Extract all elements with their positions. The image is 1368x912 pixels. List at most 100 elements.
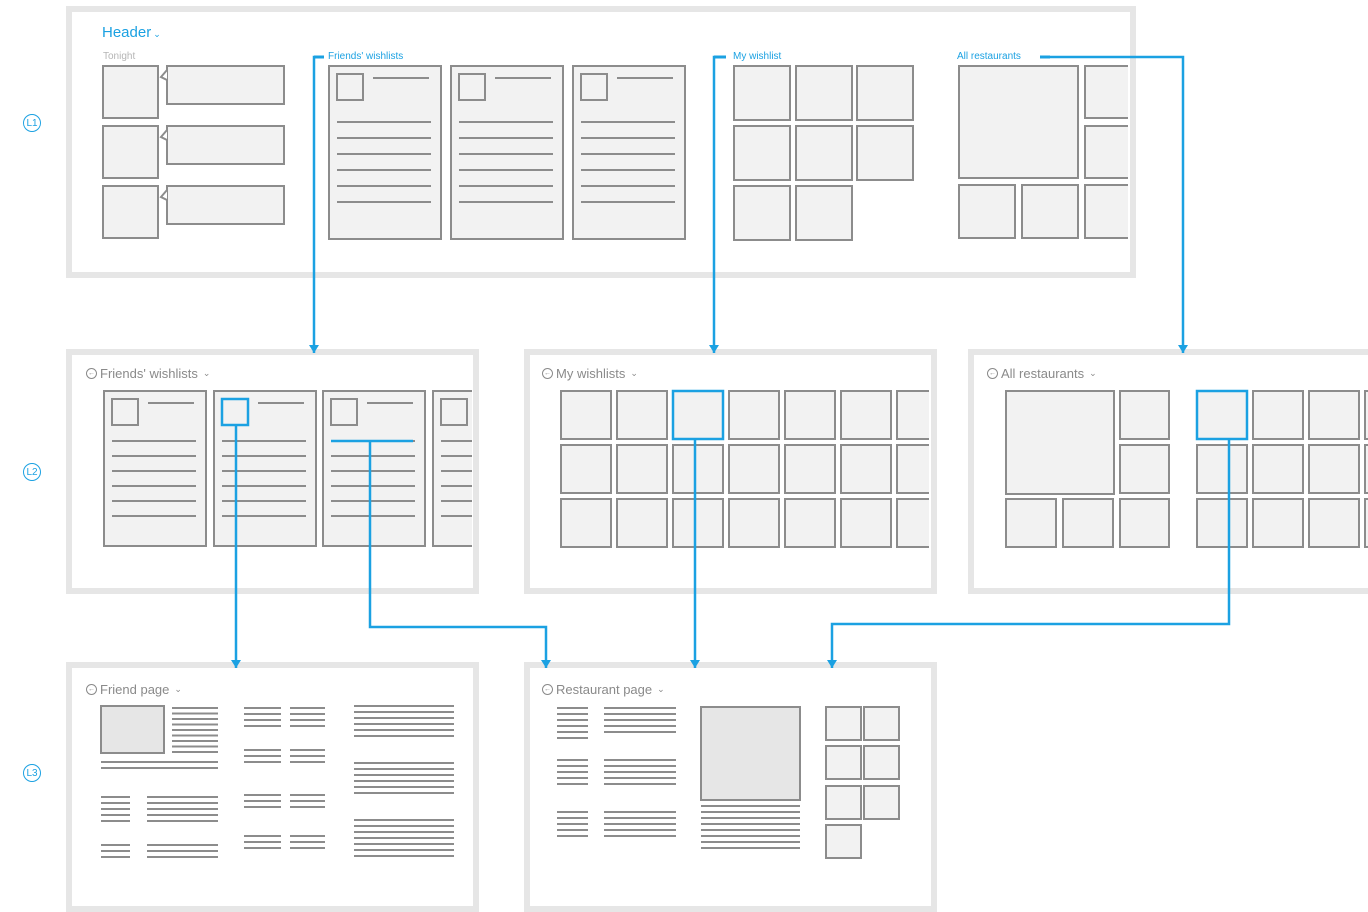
connector-all-to-restaurant-arrowhead	[827, 660, 837, 668]
l2-mywish-tile-1-6	[896, 444, 929, 494]
l2-mywish-tile-0-5	[840, 390, 892, 440]
back-arrow-icon[interactable]: ←	[987, 368, 998, 379]
tonight-bubble-b	[166, 125, 285, 165]
l1-mywish-tile-2	[856, 65, 914, 121]
l2-restaurant-hero	[1005, 390, 1115, 495]
l2-restaurant-grid-2-1	[1252, 498, 1304, 548]
l1-mywish-tile-6	[733, 185, 791, 241]
l3-rest-thumb-5	[863, 785, 900, 820]
l2-wishlist-card-3-avatar	[440, 398, 468, 426]
l2-restaurant-tile-b	[1119, 444, 1170, 494]
chevron-down-icon: ⌄	[657, 684, 665, 694]
l2-wishlist-card-2-avatar	[330, 398, 358, 426]
tonight-thumb-a	[102, 65, 159, 119]
l2-mywish-group	[560, 390, 929, 548]
l1-section-my-wishlist[interactable]: My wishlist	[733, 51, 781, 62]
l2-restaurant-grid-1-1	[1252, 444, 1304, 494]
l2-mywish-tile-0-0	[560, 390, 612, 440]
l2-restaurant-grid-1-0	[1196, 444, 1248, 494]
l3-rest-thumb-6	[825, 824, 862, 859]
l2-restaurant-grid-0-1	[1252, 390, 1304, 440]
l1-section-all-restaurants[interactable]: All restaurants	[957, 51, 1021, 62]
l1-restaurant-tile-3	[1021, 184, 1079, 239]
tonight-bubble-c	[166, 185, 285, 225]
l2-mywish-tile-1-5	[840, 444, 892, 494]
l2-restaurant-tile-e	[1119, 498, 1170, 548]
l1-section-friends-wishlists[interactable]: Friends' wishlists	[328, 51, 403, 62]
l1-restaurant-tile-4	[1084, 184, 1128, 239]
l3-rest-thumb-2	[825, 745, 862, 780]
l2-mywish-tile-2-4	[784, 498, 836, 548]
l2-mywish-tile-2-0	[560, 498, 612, 548]
l2-mywish-tile-0-1	[616, 390, 668, 440]
l3-restaurant-page-title[interactable]: ← Restaurant page ⌄	[542, 682, 665, 697]
l1-restaurant-tile-2	[958, 184, 1016, 239]
l1-restaurants-group	[958, 65, 1128, 239]
chevron-down-icon: ⌄	[202, 368, 211, 378]
l3-rest-thumb-4	[825, 785, 862, 820]
back-arrow-icon[interactable]: ←	[86, 684, 97, 695]
l2-restaurant-grid-2-2	[1308, 498, 1360, 548]
connector-friends-to-l2	[312, 55, 322, 353]
l2-wishlist-card-1-avatar	[220, 397, 250, 427]
l2-friends-wishlists-title[interactable]: ← Friends' wishlists ⌄	[86, 366, 210, 381]
connector-friends-to-l2-arrowhead	[309, 345, 319, 353]
l1-section-tonight: Tonight	[103, 51, 136, 62]
connector-wishlist-item-to-restaurant-arrowhead	[541, 660, 551, 668]
back-arrow-icon[interactable]: ←	[542, 368, 553, 379]
tonight-bubble-tail-c	[159, 189, 168, 201]
l1-restaurant-tile-0	[1084, 65, 1128, 119]
l2-friends-group	[103, 390, 472, 547]
connector-restaurants-to-l2-arrowhead	[1178, 345, 1188, 353]
connector-mywish-to-l2	[712, 55, 726, 353]
l1-mywish-tile-3	[733, 125, 791, 181]
l3-friend-page-title[interactable]: ← Friend page ⌄	[86, 682, 182, 697]
l1-mywish-tile-4	[795, 125, 853, 181]
l2-restaurant-tile-a	[1119, 390, 1170, 440]
l1-wishlist-card-0-avatar	[336, 73, 364, 101]
l1-wishlist-card-2-avatar	[580, 73, 608, 101]
l2-mywish-tile-1-1	[616, 444, 668, 494]
l2-mywish-tile-2-3	[728, 498, 780, 548]
l2-mywish-tile-0-4	[784, 390, 836, 440]
l2-restaurant-tile-d	[1062, 498, 1114, 548]
tonight-bubble-a	[166, 65, 285, 105]
chevron-down-icon: ⌄	[1089, 368, 1097, 378]
l2-restaurant-grid-1-2	[1308, 444, 1360, 494]
back-arrow-icon[interactable]: ←	[542, 684, 553, 695]
l3-rest-thumb-1	[863, 706, 900, 741]
l3-restaurant-photo	[700, 706, 801, 801]
l2-mywish-tile-2-1	[616, 498, 668, 548]
l2-mywish-tile-0-3	[728, 390, 780, 440]
l1-restaurant-tile-1	[1084, 125, 1128, 179]
l3-rest-thumb-0	[825, 706, 862, 741]
l2-mywish-tile-2-2	[672, 498, 724, 548]
tonight-bubble-tail-b	[159, 129, 168, 141]
wireframe-canvas	[100, 55, 1368, 859]
l1-restaurant-hero	[958, 65, 1079, 179]
l1-wishlist-card-1-avatar	[458, 73, 486, 101]
l2-mywish-tile-1-3	[728, 444, 780, 494]
l1-mywish-tile-7	[795, 185, 853, 241]
l2-restaurant-grid-2-0	[1196, 498, 1248, 548]
l2-mywish-tile-1-2	[672, 444, 724, 494]
back-arrow-icon[interactable]: ←	[86, 368, 97, 379]
l2-my-wishlists-title[interactable]: ← My wishlists ⌄	[542, 366, 638, 381]
l2-restaurant-tile-c	[1005, 498, 1057, 548]
l2-restaurant-grid-0-0	[1196, 390, 1248, 440]
l1-header-title[interactable]: Header ⌄	[102, 24, 161, 41]
l2-all-restaurants-title[interactable]: ← All restaurants ⌄	[987, 366, 1097, 381]
chevron-down-icon: ⌄	[630, 368, 638, 378]
chevron-down-icon: ⌄	[174, 684, 182, 694]
l2-wishlist-card-0-avatar	[111, 398, 139, 426]
l2-mywish-tile-0-2	[672, 390, 724, 440]
l1-mywish-tile-5	[856, 125, 914, 181]
l3-rest-thumb-3	[863, 745, 900, 780]
tonight-bubble-tail-a	[159, 69, 168, 81]
l2-mywish-tile-0-6	[896, 390, 929, 440]
l2-mywish-tile-2-6	[896, 498, 929, 548]
l2-mywish-tile-1-0	[560, 444, 612, 494]
connector-mywish-to-l2-arrowhead	[709, 345, 719, 353]
l3-friend-avatar	[100, 705, 165, 754]
chevron-down-icon: ⌄	[153, 29, 161, 39]
